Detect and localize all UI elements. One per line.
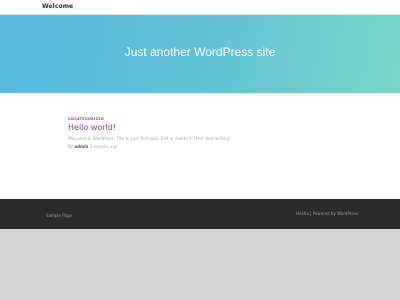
footer-wordpress-link[interactable]: WordPress bbox=[337, 211, 358, 216]
top-navbar: Welcome bbox=[0, 0, 400, 15]
post-meta: By admin 3 months ago bbox=[68, 144, 308, 150]
main-content: UNCATEGORIZED Hello world! Welcome to Wo… bbox=[0, 93, 400, 199]
site-tagline: Just another WordPress site bbox=[124, 45, 276, 59]
post-author-link[interactable]: admin bbox=[74, 144, 88, 149]
footer-theme-link[interactable]: Hestia bbox=[296, 211, 309, 216]
footer-credit-separator: | Powered by bbox=[308, 211, 338, 216]
post-date-link[interactable]: 3 months ago bbox=[90, 144, 118, 149]
site-title-link[interactable]: Welcome bbox=[42, 3, 73, 10]
blog-post-card: UNCATEGORIZED Hello world! Welcome to Wo… bbox=[68, 117, 308, 150]
hero-banner: Just another WordPress site bbox=[0, 15, 400, 93]
post-excerpt: Welcome to WordPress. This is your first… bbox=[68, 136, 231, 141]
site-footer: Sample Page Hestia | Powered by WordPres… bbox=[0, 199, 400, 229]
footer-menu-item-sample-page[interactable]: Sample Page bbox=[46, 213, 72, 218]
post-title-link[interactable]: Hello world! bbox=[68, 122, 308, 133]
post-meta-by: By bbox=[68, 144, 74, 149]
footer-credit: Hestia | Powered by WordPress bbox=[296, 211, 358, 216]
